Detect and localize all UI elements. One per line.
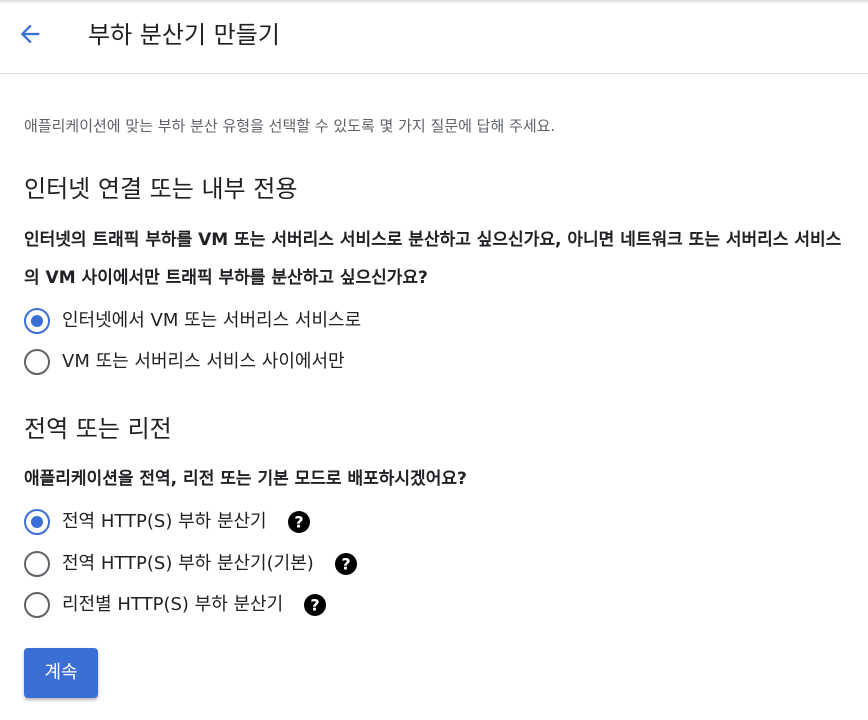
arrow-left-icon [16, 20, 44, 52]
radio-label: VM 또는 서버리스 서비스 사이에서만 [62, 351, 345, 372]
radio-option-between-vms[interactable]: VM 또는 서버리스 서비스 사이에서만 [24, 348, 345, 376]
radio-button-checked[interactable] [24, 308, 50, 334]
radio-label: 리전별 HTTP(S) 부하 분산기 [62, 594, 284, 615]
svg-text:?: ? [294, 513, 303, 532]
section-title-internet: 인터넷 연결 또는 내부 전용 [24, 175, 298, 203]
help-icon[interactable]: ? [287, 510, 311, 534]
intro-text: 애플리케이션에 맞는 부하 분산 유형을 선택할 수 있도록 몇 가지 질문에 … [24, 117, 556, 135]
radio-option-internet-to-vm[interactable]: 인터넷에서 VM 또는 서버리스 서비스로 [24, 307, 361, 335]
radio-label: 전역 HTTP(S) 부하 분산기(기본) [62, 553, 314, 574]
radio-button[interactable] [24, 551, 50, 577]
radio-option-global-https-classic[interactable]: 전역 HTTP(S) 부하 분산기(기본) ? [24, 550, 358, 578]
radio-button[interactable] [24, 349, 50, 375]
help-icon[interactable]: ? [334, 552, 358, 576]
question-internet: 인터넷의 트래픽 부하를 VM 또는 서버리스 서비스로 분산하고 싶으신가요,… [24, 230, 842, 288]
help-icon[interactable]: ? [303, 593, 327, 617]
radio-option-global-https[interactable]: 전역 HTTP(S) 부하 분산기 ? [24, 508, 311, 536]
radio-button[interactable] [24, 592, 50, 618]
radio-button-checked[interactable] [24, 509, 50, 535]
section-title-region: 전역 또는 리전 [24, 415, 172, 443]
back-button[interactable] [12, 18, 48, 54]
radio-option-regional-https[interactable]: 리전별 HTTP(S) 부하 분산기 ? [24, 591, 327, 619]
question-region: 애플리케이션을 전역, 리전 또는 기본 모드로 배포하시겠어요? [24, 469, 467, 489]
page-header: 부하 분산기 만들기 [0, 0, 868, 74]
page-title: 부하 분산기 만들기 [88, 21, 280, 49]
continue-button[interactable]: 계속 [24, 648, 98, 698]
svg-text:?: ? [311, 596, 320, 615]
radio-label: 인터넷에서 VM 또는 서버리스 서비스로 [62, 310, 362, 331]
radio-label: 전역 HTTP(S) 부하 분산기 [62, 511, 267, 532]
svg-text:?: ? [341, 555, 350, 574]
